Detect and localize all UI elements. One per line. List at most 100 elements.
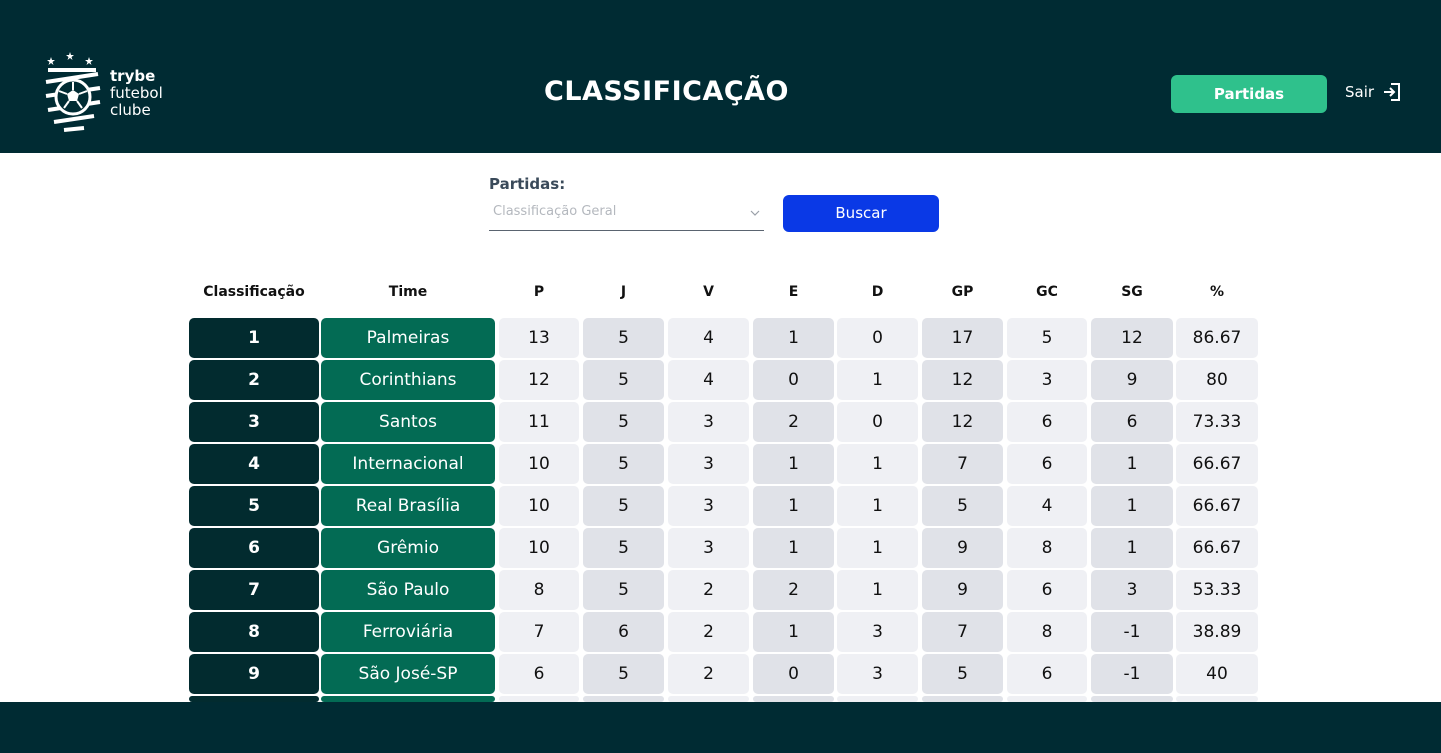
cell-points: 6 xyxy=(499,654,579,694)
cell-wins: 3 xyxy=(668,444,749,484)
cell-goals-for: 17 xyxy=(922,318,1003,358)
th-sg: SG xyxy=(1121,284,1143,300)
search-button[interactable]: Buscar xyxy=(783,195,939,232)
brand-line-2: futebol xyxy=(110,84,163,102)
cell-goals-against: 6 xyxy=(1007,402,1087,442)
cell-team: São José-SP xyxy=(321,654,495,694)
cell-goals-for: 9 xyxy=(922,570,1003,610)
cell-goal-diff: 6 xyxy=(1091,402,1173,442)
cell-goals-against: 8 xyxy=(1007,612,1087,652)
cell-games: 5 xyxy=(583,654,664,694)
cell-goals-for: 5 xyxy=(922,486,1003,526)
cell-games: 5 xyxy=(583,318,664,358)
th-p: P xyxy=(533,284,545,300)
cell-wins: 4 xyxy=(668,360,749,400)
cell-percentage: 53.33 xyxy=(1176,570,1258,610)
partidas-button[interactable]: Partidas xyxy=(1171,75,1327,113)
th-v: V xyxy=(703,284,714,300)
cell-draws: 1 xyxy=(753,318,834,358)
cell-points: 10 xyxy=(499,528,579,568)
cell-losses: 0 xyxy=(837,402,918,442)
classification-select[interactable]: Classificação Geral xyxy=(489,200,764,231)
cell-goal-diff: 3 xyxy=(1091,570,1173,610)
cell-points: 8 xyxy=(499,570,579,610)
cell-goals-for: 12 xyxy=(922,402,1003,442)
cell-rank: 5 xyxy=(189,486,319,526)
th-classificacao: Classificação xyxy=(203,284,305,300)
brand-line-3: clube xyxy=(110,101,151,119)
cell-games: 5 xyxy=(583,528,664,568)
cell-wins: 2 xyxy=(668,654,749,694)
brand-logo[interactable]: trybe futebol clube xyxy=(44,52,174,134)
brand-name: trybe futebol clube xyxy=(110,68,163,119)
cell-points: 10 xyxy=(499,444,579,484)
cell-percentage: 73.33 xyxy=(1176,402,1258,442)
th-e: E xyxy=(788,284,799,300)
cell-wins: 2 xyxy=(668,612,749,652)
cell-percentage: 86.67 xyxy=(1176,318,1258,358)
th-gc: GC xyxy=(1036,284,1058,300)
chevron-down-icon xyxy=(750,210,760,216)
cell-goal-diff: 9 xyxy=(1091,360,1173,400)
cell-losses: 1 xyxy=(837,486,918,526)
cell-team: Santos xyxy=(321,402,495,442)
cell-losses: 1 xyxy=(837,528,918,568)
cell-team: São Paulo xyxy=(321,570,495,610)
cell-percentage: 40 xyxy=(1176,654,1258,694)
cell-goal-diff: 1 xyxy=(1091,486,1173,526)
cell-draws: 1 xyxy=(753,528,834,568)
cell-losses: 1 xyxy=(837,570,918,610)
th-j: J xyxy=(620,284,627,300)
footer xyxy=(0,702,1441,753)
cell-goals-for: 9 xyxy=(922,528,1003,568)
th-time: Time xyxy=(388,284,428,300)
cell-games: 5 xyxy=(583,402,664,442)
cell-points: 11 xyxy=(499,402,579,442)
cell-goal-diff: -1 xyxy=(1091,654,1173,694)
th-percent: % xyxy=(1209,284,1225,300)
cell-wins: 4 xyxy=(668,318,749,358)
cell-team: Ferroviária xyxy=(321,612,495,652)
cell-rank: 3 xyxy=(189,402,319,442)
cell-losses: 1 xyxy=(837,360,918,400)
cell-goal-diff: 1 xyxy=(1091,444,1173,484)
cell-games: 5 xyxy=(583,570,664,610)
logout-button[interactable]: Sair xyxy=(1345,82,1402,102)
cell-draws: 1 xyxy=(753,612,834,652)
cell-games: 6 xyxy=(583,612,664,652)
cell-draws: 2 xyxy=(753,570,834,610)
th-d: D xyxy=(871,284,884,300)
cell-losses: 1 xyxy=(837,444,918,484)
cell-goals-against: 6 xyxy=(1007,570,1087,610)
cell-draws: 2 xyxy=(753,402,834,442)
cell-team: Grêmio xyxy=(321,528,495,568)
cell-draws: 0 xyxy=(753,654,834,694)
cell-team: Internacional xyxy=(321,444,495,484)
logout-label: Sair xyxy=(1345,83,1375,101)
cell-goals-against: 3 xyxy=(1007,360,1087,400)
soccer-ball-shield-icon xyxy=(45,52,101,132)
cell-goal-diff: 1 xyxy=(1091,528,1173,568)
cell-games: 5 xyxy=(583,444,664,484)
cell-goal-diff: -1 xyxy=(1091,612,1173,652)
cell-goals-for: 5 xyxy=(922,654,1003,694)
cell-goals-for: 7 xyxy=(922,612,1003,652)
cell-draws: 0 xyxy=(753,360,834,400)
cell-goals-against: 5 xyxy=(1007,318,1087,358)
logout-icon xyxy=(1384,83,1401,101)
cell-rank: 1 xyxy=(189,318,319,358)
cell-goals-against: 4 xyxy=(1007,486,1087,526)
cell-rank: 7 xyxy=(189,570,319,610)
cell-losses: 3 xyxy=(837,612,918,652)
cell-goals-against: 6 xyxy=(1007,444,1087,484)
cell-losses: 0 xyxy=(837,318,918,358)
cell-goals-for: 12 xyxy=(922,360,1003,400)
cell-percentage: 66.67 xyxy=(1176,486,1258,526)
cell-rank: 4 xyxy=(189,444,319,484)
cell-percentage: 66.67 xyxy=(1176,528,1258,568)
cell-percentage: 38.89 xyxy=(1176,612,1258,652)
cell-games: 5 xyxy=(583,486,664,526)
cell-games: 5 xyxy=(583,360,664,400)
select-value: Classificação Geral xyxy=(493,204,617,219)
cell-rank: 8 xyxy=(189,612,319,652)
